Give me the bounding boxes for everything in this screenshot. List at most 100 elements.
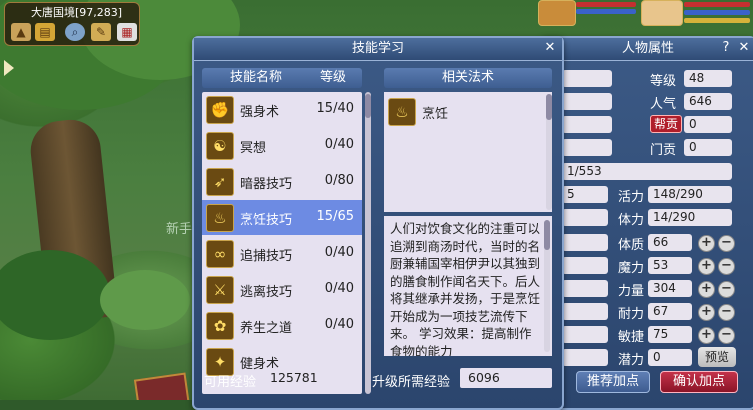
help-button[interactable]: ? [718, 40, 734, 56]
skill-level: 0/40 [324, 281, 354, 296]
related-spell-item[interactable]: ♨ 烹饪 [384, 94, 552, 129]
skill-item[interactable]: ⚔ 逃离技巧 0/40 [202, 272, 362, 307]
plus-button[interactable]: + [698, 304, 715, 321]
strength-icon: ✊ [206, 96, 234, 124]
minus-button[interactable]: − [718, 258, 735, 275]
sect-field [562, 139, 612, 156]
skill-list-header: 技能名称 等级 [202, 68, 362, 88]
attribute-title: 人物属性 [621, 41, 674, 56]
sub-field [562, 303, 608, 320]
skill-item[interactable]: ✊ 强身术 15/40 [202, 92, 362, 127]
plus-button[interactable]: + [698, 235, 715, 252]
close-icon[interactable]: ✕ [542, 40, 558, 56]
chase-icon: ∞ [206, 240, 234, 268]
book-icon[interactable]: ▤ [35, 23, 55, 41]
related-scrollbar[interactable] [546, 94, 552, 210]
upgrade-exp-value: 6096 [460, 368, 552, 388]
related-spells-list: ♨ 烹饪 [384, 92, 552, 212]
skill-name: 养生之道 [240, 321, 293, 336]
attribute-window: 人物属性 ? ✕ 等级 48 人气 646 帮贡 0 门贡 0 1/553 5 … [540, 36, 753, 410]
pet-avatar[interactable] [538, 0, 576, 26]
skill-description: 人们对饮食文化的注重可以追溯到商汤时代，当时的名厨兼辅国宰相伊尹以其独到的膳食制… [390, 220, 540, 356]
cooking-icon: ♨ [388, 98, 416, 126]
sub-field [562, 280, 608, 297]
stat-value: 304 [648, 280, 692, 297]
plus-button[interactable]: + [698, 327, 715, 344]
skill-description-box: 人们对饮食文化的注重可以追溯到商汤时代，当时的名厨兼辅国宰相伊尹以其独到的膳食制… [384, 216, 552, 356]
preview-button[interactable]: 预览 [698, 347, 736, 367]
minus-button[interactable]: − [718, 327, 735, 344]
plus-button[interactable]: + [698, 258, 715, 275]
scroll-thumb[interactable] [546, 94, 552, 120]
magnifier-icon[interactable]: ⌕ [65, 23, 85, 41]
title-field [562, 93, 612, 110]
sub-field [562, 234, 608, 251]
stat-value: 75 [648, 326, 692, 343]
player-hp-bar [684, 2, 750, 7]
skill-level: 15/65 [316, 209, 354, 224]
expand-arrow-icon[interactable] [4, 60, 14, 76]
minus-button[interactable]: − [718, 281, 735, 298]
stamina-label: 体力 [618, 213, 645, 228]
calendar-icon[interactable]: ▦ [117, 23, 137, 41]
player-anger-bar [684, 18, 750, 23]
treasure-chest[interactable] [133, 372, 191, 400]
minus-button[interactable]: − [718, 235, 735, 252]
player-avatar[interactable] [641, 0, 683, 26]
description-scrollbar[interactable] [544, 220, 550, 352]
stat-label: 力量 [618, 284, 645, 299]
skill-name: 暗器技巧 [240, 177, 293, 192]
skill-list-scrollbar[interactable] [365, 92, 371, 394]
stat-label: 敏捷 [618, 330, 645, 345]
skill-level: 0/80 [324, 173, 354, 188]
plus-button[interactable]: + [698, 281, 715, 298]
pet-hp-bar [576, 2, 636, 7]
gang-contribution-label[interactable]: 帮贡 [650, 115, 683, 133]
skill-item[interactable]: ☯ 冥想 0/40 [202, 128, 362, 163]
recommend-points-button[interactable]: 推荐加点 [576, 371, 650, 393]
sect-contribution-value: 0 [684, 139, 732, 156]
skill-item[interactable]: ✿ 养生之道 0/40 [202, 308, 362, 343]
skill-name: 强身术 [240, 105, 280, 120]
col-level: 等级 [320, 70, 347, 85]
sub-field [562, 326, 608, 343]
skill-level: 0/40 [324, 245, 354, 260]
scroll-thumb[interactable] [544, 220, 550, 250]
skill-name: 追捕技巧 [240, 249, 293, 264]
skill-item[interactable]: ➶ 暗器技巧 0/80 [202, 164, 362, 199]
minus-button[interactable]: − [718, 304, 735, 321]
level-label: 等级 [650, 74, 677, 89]
stat-value: 66 [648, 234, 692, 251]
vitality-label: 活力 [618, 190, 645, 205]
sect-contribution-label: 门贡 [650, 143, 677, 158]
skill-item-selected[interactable]: ♨ 烹饪技巧 15/65 [202, 200, 362, 235]
level-value: 48 [684, 70, 732, 87]
scroll-thumb[interactable] [365, 94, 371, 118]
skill-item[interactable]: ∞ 追捕技巧 0/40 [202, 236, 362, 271]
gang-contribution-value: 0 [684, 116, 732, 133]
location-name: 大唐国境[97,283] [31, 6, 123, 19]
skill-window-title: 技能学习 [351, 41, 404, 56]
gang-field [562, 116, 612, 133]
sub-field [562, 257, 608, 274]
npc-label: 新手 [166, 222, 193, 237]
related-spells-title: 相关法术 [441, 70, 494, 85]
health-icon: ✿ [206, 312, 234, 340]
stat-label: 耐力 [618, 307, 645, 322]
name-field [562, 70, 612, 87]
scroll-icon[interactable]: ✎ [91, 23, 111, 41]
skill-level: 0/40 [324, 137, 354, 152]
escape-icon: ⚔ [206, 276, 234, 304]
pet-mp-bar [576, 9, 636, 14]
collapse-icon[interactable]: ▲ [11, 23, 31, 41]
related-spells-header: 相关法术 [384, 68, 552, 88]
skill-name: 逃离技巧 [240, 285, 293, 300]
stat-value: 67 [648, 303, 692, 320]
stamina-value: 14/290 [648, 209, 732, 226]
close-icon[interactable]: ✕ [736, 40, 752, 56]
cooking-icon: ♨ [206, 204, 234, 232]
popularity-value: 646 [684, 93, 732, 110]
bush [100, 270, 190, 330]
sub-field [562, 349, 608, 366]
confirm-points-button[interactable]: 确认加点 [660, 371, 738, 393]
